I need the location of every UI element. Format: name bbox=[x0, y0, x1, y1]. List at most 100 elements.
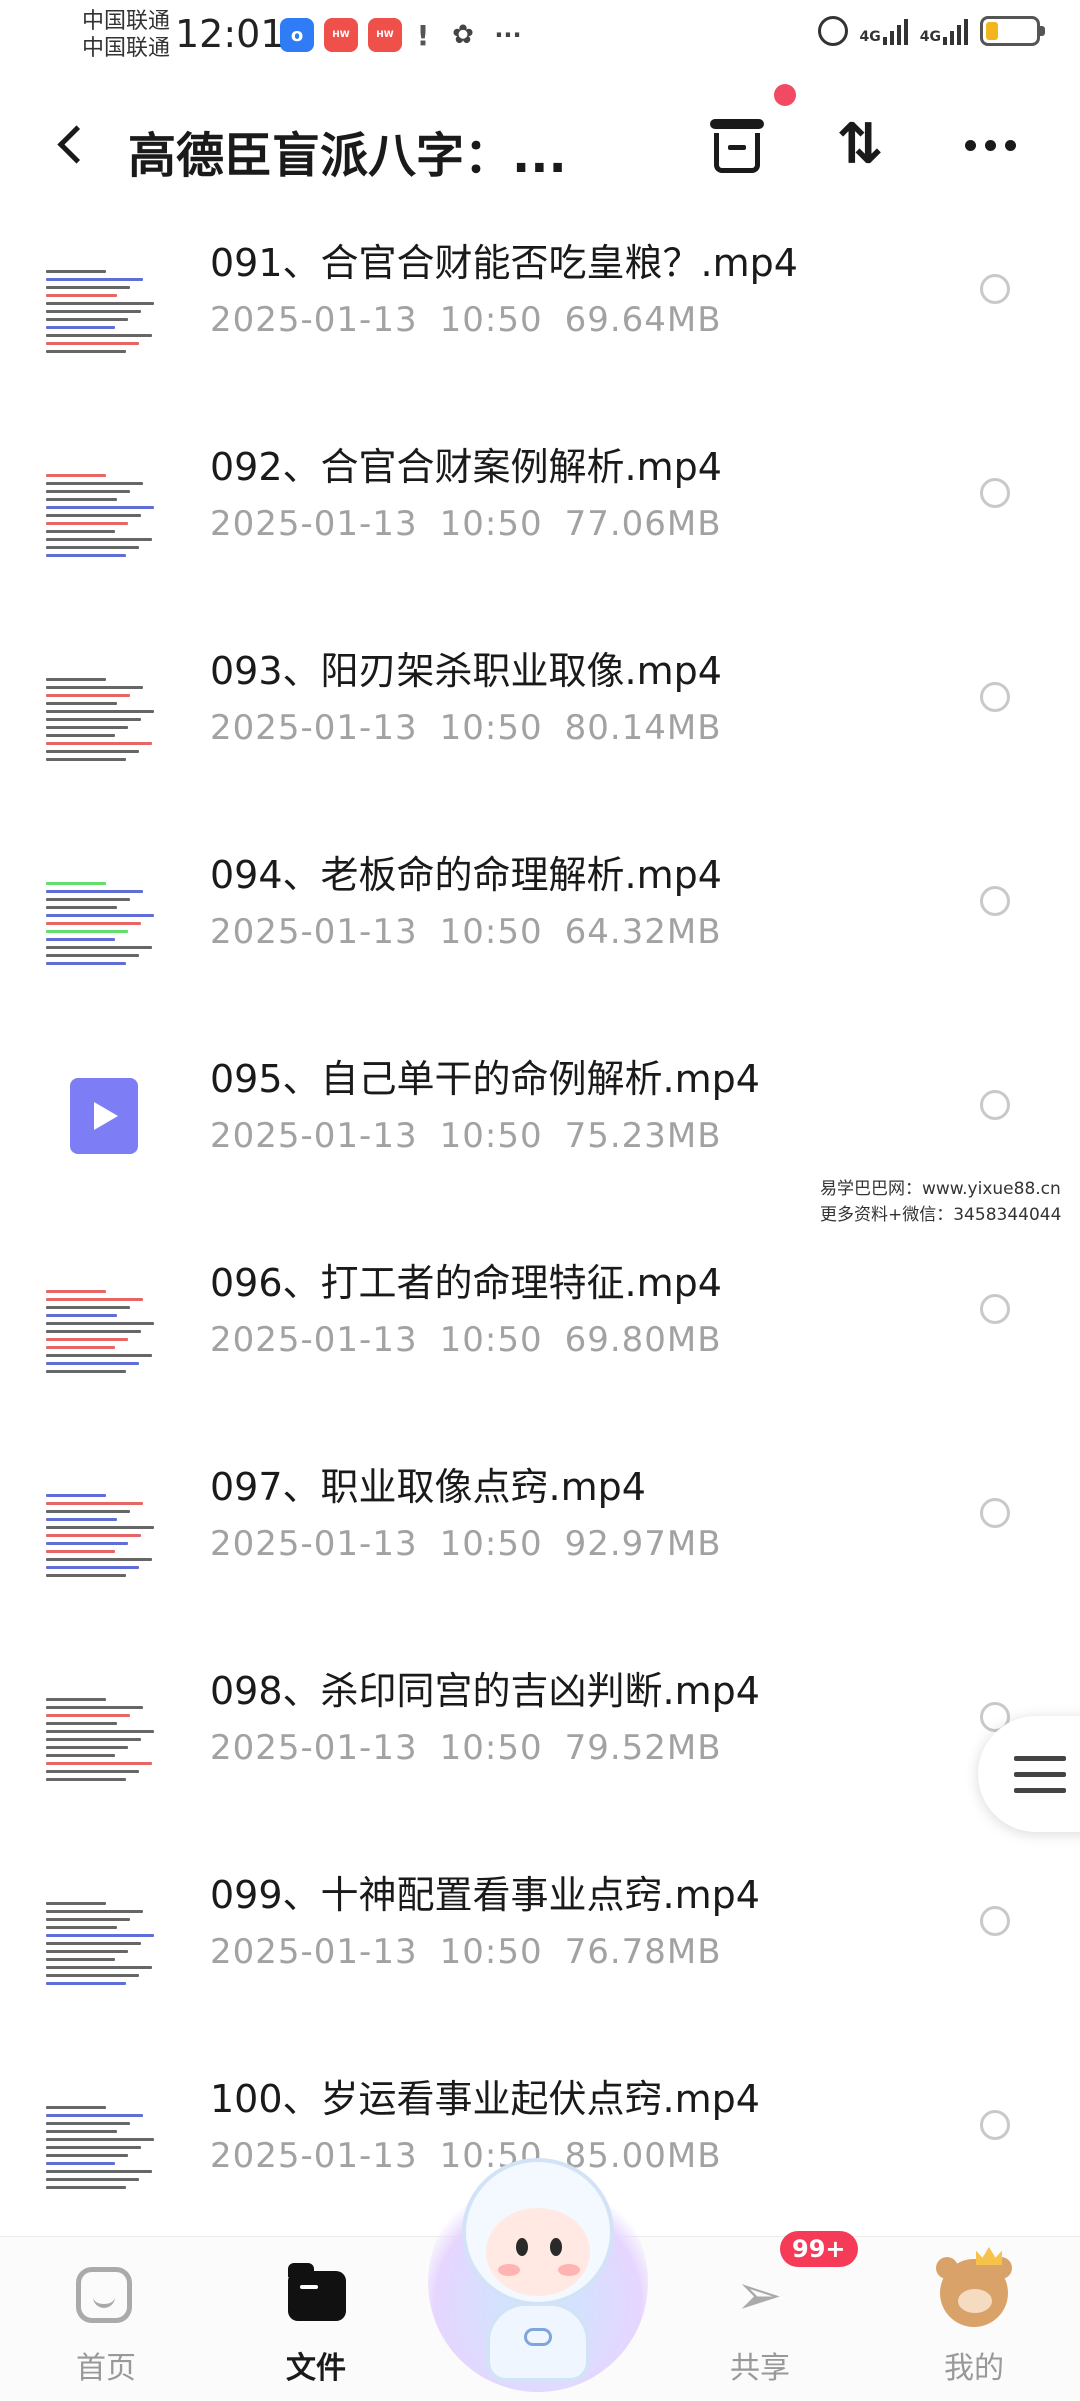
thumbnail-text-line bbox=[46, 1362, 139, 1365]
file-row[interactable]: 094、老板命的命理解析.mp4 2025-01-13 10:50 64.32MB bbox=[0, 826, 1080, 1030]
menu-icon-line bbox=[1014, 1772, 1066, 1777]
select-radio[interactable] bbox=[980, 2110, 1010, 2140]
thumbnail-text-line bbox=[46, 726, 128, 729]
more-button[interactable] bbox=[950, 112, 1030, 178]
document-thumbnail bbox=[46, 672, 162, 768]
select-radio[interactable] bbox=[980, 478, 1010, 508]
file-date: 2025-01-13 bbox=[210, 1728, 418, 1768]
select-radio[interactable] bbox=[980, 886, 1010, 916]
thumbnail-text-line bbox=[46, 742, 152, 745]
file-size: 69.64MB bbox=[564, 300, 722, 340]
thumbnail-text-line bbox=[46, 294, 117, 297]
nav-home[interactable]: 首页 bbox=[36, 2237, 176, 2401]
mascot-eye bbox=[550, 2238, 562, 2256]
select-radio[interactable] bbox=[980, 1906, 1010, 1936]
thumbnail-text-line bbox=[46, 734, 115, 737]
document-thumbnail bbox=[46, 468, 162, 564]
select-radio[interactable] bbox=[980, 1090, 1010, 1120]
thumbnail-text-line bbox=[46, 310, 141, 313]
file-meta: 2025-01-13 10:50 77.06MB bbox=[210, 504, 722, 544]
alert-icon: ! bbox=[416, 18, 430, 52]
thumbnail-text-line bbox=[46, 1518, 117, 1521]
thumbnail-text-line bbox=[46, 938, 115, 941]
file-row[interactable]: 099、十神配置看事业点窍.mp4 2025-01-13 10:50 76.78MB bbox=[0, 1846, 1080, 2050]
thumbnail-text-line bbox=[46, 1346, 115, 1349]
thumbnail-text-line bbox=[46, 538, 152, 541]
more-dots-icon bbox=[964, 139, 976, 151]
file-name: 092、合官合财案例解析.mp4 bbox=[210, 445, 722, 489]
crown-icon bbox=[976, 2247, 1002, 2265]
thumbnail-text-line bbox=[46, 758, 126, 761]
thumbnail-text-line bbox=[46, 1762, 152, 1765]
file-row[interactable]: 093、阳刃架杀职业取像.mp4 2025-01-13 10:50 80.14MB bbox=[0, 622, 1080, 826]
select-radio[interactable] bbox=[980, 1498, 1010, 1528]
thumbnail-text-line bbox=[46, 350, 126, 353]
network-type-2: 4G bbox=[919, 29, 941, 45]
thumbnail-text-line bbox=[46, 530, 115, 533]
document-thumbnail bbox=[46, 1284, 162, 1380]
select-radio[interactable] bbox=[980, 274, 1010, 304]
file-date: 2025-01-13 bbox=[210, 1932, 418, 1972]
file-row[interactable]: 098、杀印同宫的吉凶判断.mp4 2025-01-13 10:50 79.52MB bbox=[0, 1642, 1080, 1846]
archive-button[interactable] bbox=[708, 115, 768, 175]
thumbnail-text-line bbox=[46, 1778, 126, 1781]
select-radio[interactable] bbox=[980, 682, 1010, 712]
watermark: 易学巴巴网：www.yixue88.cn 更多资料+微信：3458344044 bbox=[820, 1176, 1061, 1228]
thumbnail-text-line bbox=[46, 1558, 152, 1561]
thumbnail-text-line bbox=[46, 334, 152, 337]
thumbnail-text-line bbox=[46, 1706, 143, 1709]
file-time: 10:50 bbox=[439, 300, 543, 340]
file-time: 10:50 bbox=[439, 912, 543, 952]
paper-plane-icon: ➢ bbox=[735, 2263, 783, 2328]
file-name: 094、老板命的命理解析.mp4 bbox=[210, 853, 722, 897]
nav-mine[interactable]: 我的 bbox=[904, 2237, 1044, 2401]
file-time: 10:50 bbox=[439, 1116, 543, 1156]
back-button[interactable] bbox=[46, 112, 96, 176]
select-radio[interactable] bbox=[980, 1294, 1010, 1324]
nav-share-label: 共享 bbox=[730, 2351, 790, 2386]
file-list: 091、合官合财能否吃皇粮？.mp4 2025-01-13 10:50 69.64MB… bbox=[0, 214, 1080, 2254]
signal-icon: 4G bbox=[920, 17, 968, 45]
thumbnail-text-line bbox=[46, 318, 128, 321]
thumbnail-text-line bbox=[46, 514, 141, 517]
thumbnail-text-line bbox=[46, 702, 117, 705]
archive-box-slot bbox=[728, 145, 746, 150]
thumbnail-text-line bbox=[46, 326, 115, 329]
thumbnail-text-line bbox=[46, 930, 128, 933]
huawei-notification-icon: HW bbox=[368, 18, 402, 52]
file-row[interactable]: 091、合官合财能否吃皇粮？.mp4 2025-01-13 10:50 69.64MB bbox=[0, 214, 1080, 418]
thumbnail-text-line bbox=[46, 2154, 128, 2157]
document-thumbnail bbox=[46, 1692, 162, 1788]
file-date: 2025-01-13 bbox=[210, 912, 418, 952]
mascot-assistant-button[interactable] bbox=[428, 2152, 648, 2392]
sort-button[interactable]: ⇅ bbox=[830, 112, 890, 178]
thumbnail-text-line bbox=[46, 474, 106, 477]
thumbnail-text-line bbox=[46, 1958, 115, 1961]
thumbnail-text-line bbox=[46, 2178, 139, 2181]
file-row[interactable]: 092、合官合财案例解析.mp4 2025-01-13 10:50 77.06MB bbox=[0, 418, 1080, 622]
file-time: 10:50 bbox=[439, 504, 543, 544]
thumbnail-text-line bbox=[46, 1714, 130, 1717]
thumbnail-text-line bbox=[46, 1574, 126, 1577]
folder-icon bbox=[288, 2263, 346, 2321]
thumbnail-text-line bbox=[46, 342, 139, 345]
nav-home-label: 首页 bbox=[76, 2351, 136, 2386]
file-meta: 2025-01-13 10:50 69.80MB bbox=[210, 1320, 722, 1360]
document-thumbnail bbox=[46, 1488, 162, 1584]
file-row[interactable]: 096、打工者的命理特征.mp4 2025-01-13 10:50 69.80MB bbox=[0, 1234, 1080, 1438]
thumbnail-text-line bbox=[46, 2138, 154, 2141]
sort-icon: ⇅ bbox=[836, 112, 884, 177]
huawei-notification-icon: HW bbox=[324, 18, 358, 52]
thumbnail-text-line bbox=[46, 2122, 130, 2125]
thumbnail-text-line bbox=[46, 1526, 154, 1529]
thumbnail-text-line bbox=[46, 546, 139, 549]
thumbnail-text-line bbox=[46, 1534, 141, 1537]
nav-share[interactable]: ➢ 99+ 共享 bbox=[690, 2231, 858, 2401]
thumbnail-text-line bbox=[46, 1982, 126, 1985]
file-row[interactable]: 097、职业取像点窍.mp4 2025-01-13 10:50 92.97MB bbox=[0, 1438, 1080, 1642]
wechat-icon: ✿ bbox=[452, 20, 474, 50]
file-date: 2025-01-13 bbox=[210, 1524, 418, 1564]
nav-files[interactable]: 文件 bbox=[246, 2237, 386, 2401]
file-meta: 2025-01-13 10:50 76.78MB bbox=[210, 1932, 722, 1972]
status-bar: 中国联通 中国联通 12:01 o HW HW ! ✿ ··· 4G 4G bbox=[0, 0, 1080, 72]
